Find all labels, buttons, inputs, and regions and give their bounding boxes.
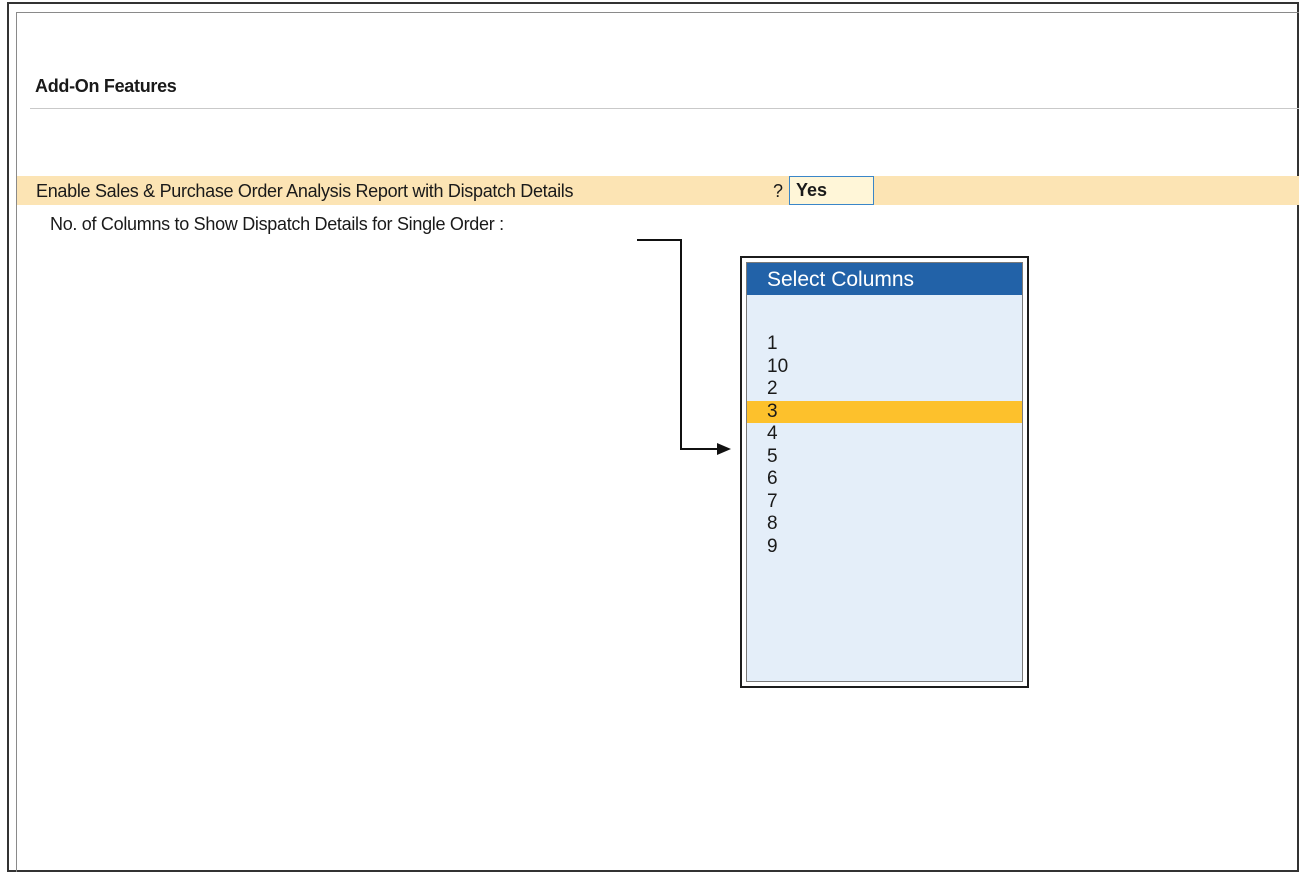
popup-option[interactable]: 9 [747, 536, 1022, 559]
popup-options-list: 1 10 2 3 4 5 6 7 8 9 [747, 333, 1022, 558]
popup-option[interactable]: 10 [747, 356, 1022, 379]
popup-option[interactable]: 8 [747, 513, 1022, 536]
popup-option[interactable]: 7 [747, 491, 1022, 514]
select-columns-popup: Select Columns 1 10 2 3 4 5 6 7 8 9 [740, 256, 1029, 688]
popup-option[interactable]: 5 [747, 446, 1022, 469]
popup-option[interactable]: 4 [747, 423, 1022, 446]
popup-option[interactable]: 6 [747, 468, 1022, 491]
popup-list-panel: Select Columns 1 10 2 3 4 5 6 7 8 9 [746, 262, 1023, 682]
popup-option[interactable]: 2 [747, 378, 1022, 401]
popup-option[interactable]: 3 [747, 400, 1022, 423]
popup-option[interactable]: 1 [747, 333, 1022, 356]
connector-arrow-icon [637, 239, 731, 455]
popup-title: Select Columns [747, 263, 1022, 295]
